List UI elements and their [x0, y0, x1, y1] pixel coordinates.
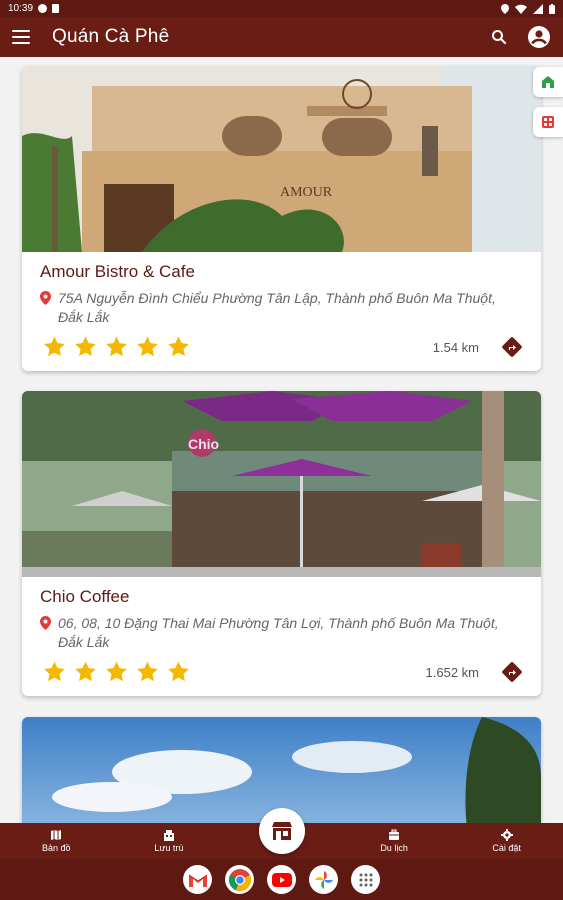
star-rating	[42, 660, 191, 684]
cafe-address: 75A Nguyễn Đình Chiểu Phường Tân Lập, Th…	[40, 289, 523, 327]
gmail-icon	[188, 874, 207, 887]
nav-stay[interactable]: Lưu trú	[113, 823, 226, 859]
home-icon	[542, 76, 554, 88]
menu-icon[interactable]	[12, 30, 30, 44]
star-icon	[44, 661, 65, 682]
directions-icon[interactable]	[501, 336, 523, 358]
luggage-icon	[389, 829, 400, 840]
cafe-photo: AMOUR	[22, 66, 541, 252]
search-icon[interactable]	[491, 29, 507, 45]
wifi-icon	[515, 4, 527, 14]
nav-travel-label: Du lịch	[380, 843, 408, 853]
cafe-home-button[interactable]	[259, 808, 305, 854]
star-icon	[44, 336, 65, 357]
system-taskbar	[0, 859, 563, 900]
gmail-app[interactable]	[183, 865, 212, 894]
distance-label: 1.54 km	[432, 339, 479, 355]
account-icon[interactable]	[527, 25, 551, 49]
youtube-icon	[271, 872, 292, 887]
notification-icon	[38, 4, 48, 13]
directions-icon[interactable]	[501, 661, 523, 683]
status-time: 10:39	[8, 3, 34, 14]
star-rating	[42, 335, 191, 359]
distance-label: 1.652 km	[425, 664, 479, 680]
star-icon	[106, 661, 127, 682]
nav-settings-label: Cài đặt	[492, 843, 521, 853]
grid-shortcut-button[interactable]	[533, 107, 563, 137]
location-icon	[501, 3, 509, 14]
photos-icon	[314, 870, 333, 889]
location-pin-icon	[40, 616, 51, 630]
app-drawer-icon	[359, 873, 372, 886]
cafe-name[interactable]: Chio Coffee	[40, 587, 523, 607]
apps-grid-icon	[542, 116, 554, 128]
app-bar: Quán Cà Phê	[0, 17, 563, 57]
star-icon	[168, 336, 189, 357]
page-title: Quán Cà Phê	[52, 26, 170, 47]
signal-icon	[533, 3, 543, 14]
cafe-address: 06, 08, 10 Đặng Thai Mai Phường Tân Lợi,…	[40, 614, 523, 652]
photos-app[interactable]	[309, 865, 338, 894]
location-pin-icon	[40, 291, 51, 305]
nav-map[interactable]: Bản đồ	[0, 823, 113, 859]
battery-icon	[549, 3, 555, 14]
cafe-card[interactable]: Chio Chio Coffee 06, 08, 10 Đặng Thai Ma…	[22, 391, 541, 696]
hotel-icon	[163, 830, 174, 841]
youtube-app[interactable]	[267, 865, 296, 894]
nav-map-label: Bản đồ	[42, 843, 71, 853]
gear-icon	[500, 829, 513, 841]
star-icon	[137, 661, 158, 682]
cafe-address-text: 06, 08, 10 Đặng Thai Mai Phường Tân Lợi,…	[58, 615, 499, 650]
cafe-list[interactable]: AMOUR Amour Bistro & Cafe 75A Nguyễn Đìn…	[0, 57, 563, 823]
app-drawer[interactable]	[351, 865, 380, 894]
nav-settings[interactable]: Cài đặt	[450, 823, 563, 859]
cafe-card[interactable]: AMOUR Amour Bistro & Cafe 75A Nguyễn Đìn…	[22, 66, 541, 371]
map-icon	[51, 830, 62, 840]
home-shortcut-button[interactable]	[533, 67, 563, 97]
star-icon	[75, 336, 96, 357]
cafe-address-text: 75A Nguyễn Đình Chiểu Phường Tân Lập, Th…	[58, 290, 496, 325]
nav-travel[interactable]: Du lịch	[338, 823, 451, 859]
cafe-name[interactable]: Amour Bistro & Cafe	[40, 262, 523, 282]
cafe-photo: Chio	[22, 391, 541, 577]
store-icon	[272, 822, 292, 840]
star-icon	[137, 336, 158, 357]
star-icon	[75, 661, 96, 682]
chrome-icon	[228, 868, 251, 891]
status-bar: 10:39	[0, 0, 563, 17]
storage-icon	[52, 4, 60, 13]
nav-stay-label: Lưu trú	[154, 843, 184, 853]
star-icon	[106, 336, 127, 357]
photo-sign-text: Chio	[188, 436, 219, 452]
photo-sign-text: AMOUR	[280, 185, 333, 200]
chrome-app[interactable]	[225, 865, 254, 894]
star-icon	[168, 661, 189, 682]
